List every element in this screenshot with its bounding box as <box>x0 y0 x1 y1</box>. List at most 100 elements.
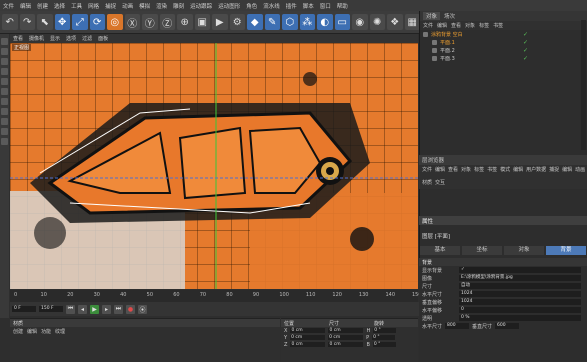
menu-item[interactable]: 工具 <box>68 2 85 10</box>
object-row[interactable]: 平面.3 ✓ <box>420 54 587 62</box>
goto-end-icon[interactable]: ⏭ <box>114 304 123 314</box>
end-frame-field[interactable]: 150 F <box>39 306 63 312</box>
grid-icon[interactable] <box>1 138 8 145</box>
goto-start-icon[interactable]: ⏮ <box>66 304 75 314</box>
viewport-menu-item[interactable]: 过滤 <box>79 35 95 42</box>
select-icon[interactable]: ⬉ <box>37 14 53 30</box>
polygons-mode-icon[interactable] <box>1 88 8 95</box>
size-field[interactable]: 0 cm <box>328 328 364 333</box>
attribute-menu-item[interactable]: 文件 <box>422 166 432 176</box>
position-field[interactable]: 0 cm <box>290 342 326 347</box>
object-mode-icon[interactable]: ◎ <box>107 14 123 30</box>
attribute-value[interactable]: 1024 <box>459 299 581 305</box>
attribute-menu-item[interactable]: 材质 <box>422 179 432 189</box>
visible-check-icon[interactable]: ✓ <box>523 55 528 62</box>
size-field[interactable]: 0 cm <box>328 342 364 347</box>
viewport-menu-item[interactable]: 选项 <box>63 35 79 42</box>
object-row[interactable]: 平面.2 ✓ <box>420 46 587 54</box>
size-field[interactable]: 0 cm <box>328 335 364 340</box>
light-icon[interactable]: ✺ <box>369 14 385 30</box>
visible-check-icon[interactable]: ✓ <box>523 47 528 54</box>
texture-mode-icon[interactable] <box>1 48 8 55</box>
y-axis-icon[interactable]: Ⓨ <box>142 14 158 30</box>
material-menu-item[interactable]: 创建 <box>13 328 23 335</box>
attribute-menu-item[interactable]: 编辑 <box>562 166 572 176</box>
uv-mode-icon[interactable] <box>1 98 8 105</box>
prev-key-icon[interactable]: ◂ <box>78 304 87 314</box>
points-mode-icon[interactable] <box>1 68 8 75</box>
size-y-field[interactable]: 600 <box>495 323 520 329</box>
attribute-menu-item[interactable]: 交互 <box>435 179 445 189</box>
menu-item[interactable]: 流水线 <box>260 2 283 10</box>
lock-workplane-icon[interactable] <box>1 128 8 135</box>
object-menu-item[interactable]: 对象 <box>465 22 475 29</box>
attribute-tab[interactable]: 基本 <box>420 246 460 255</box>
menu-item[interactable]: 雕刻 <box>170 2 187 10</box>
deformer-icon[interactable]: ◐ <box>317 14 333 30</box>
attribute-menu-item[interactable]: 编辑 <box>513 166 523 176</box>
record-icon[interactable]: ● <box>126 304 135 314</box>
viewport-menu-item[interactable]: 查看 <box>10 35 26 42</box>
autokey-icon[interactable]: ⦿ <box>138 304 147 314</box>
menu-item[interactable]: 渲染 <box>153 2 170 10</box>
next-key-icon[interactable]: ▸ <box>102 304 111 314</box>
object-row[interactable]: 涂鸦背景 空白 ✓ <box>420 30 587 38</box>
attribute-menu-item[interactable]: 模式 <box>500 166 510 176</box>
rotate-icon[interactable]: ⟳ <box>89 14 105 30</box>
array-icon[interactable]: ⁂ <box>299 14 315 30</box>
material-menu-item[interactable]: 编辑 <box>27 328 37 335</box>
menu-item[interactable]: 角色 <box>243 2 260 10</box>
layout-icon[interactable]: ▦ <box>404 14 420 30</box>
attribute-value[interactable]: ✓ <box>459 267 581 273</box>
rotation-field[interactable]: 0 ° <box>372 342 396 347</box>
move-icon[interactable]: ✥ <box>54 14 70 30</box>
scale-icon[interactable]: ⤢ <box>72 14 88 30</box>
menu-item[interactable]: 网格 <box>85 2 102 10</box>
redo-icon[interactable]: ↷ <box>19 14 35 30</box>
attribute-tab[interactable]: 对象 <box>504 246 544 255</box>
position-field[interactable]: 0 cm <box>290 328 326 333</box>
attribute-menu-item[interactable]: 标签 <box>474 166 484 176</box>
x-axis-icon[interactable]: Ⓧ <box>124 14 140 30</box>
visible-check-icon[interactable]: ✓ <box>523 31 528 38</box>
menu-item[interactable]: 捕捉 <box>102 2 119 10</box>
subdivision-icon[interactable]: ⬡ <box>282 14 298 30</box>
object-menu-item[interactable]: 编辑 <box>437 22 447 29</box>
attribute-value[interactable]: E:\涂鸦模型\涂鸦背景.jpg <box>459 275 581 281</box>
render-picture-icon[interactable]: ▶ <box>212 14 228 30</box>
floor-icon[interactable]: ▭ <box>334 14 350 30</box>
attribute-menu-item[interactable]: 查看 <box>448 166 458 176</box>
attribute-menu-item[interactable]: 用户数据 <box>526 166 546 176</box>
z-axis-icon[interactable]: Ⓩ <box>159 14 175 30</box>
object-menu-item[interactable]: 书签 <box>493 22 503 29</box>
size-x-field[interactable]: 800 <box>445 323 470 329</box>
visible-check-icon[interactable]: ✓ <box>523 39 528 46</box>
material-menu-item[interactable]: 纹理 <box>55 328 65 335</box>
render-settings-icon[interactable]: ⚙ <box>229 14 245 30</box>
edges-mode-icon[interactable] <box>1 78 8 85</box>
attribute-value[interactable]: 自动 <box>459 283 581 289</box>
attribute-menu-item[interactable]: 编辑 <box>435 166 445 176</box>
object-menu-item[interactable]: 标签 <box>479 22 489 29</box>
attribute-menu-item[interactable]: 捕捉 <box>549 166 559 176</box>
viewport[interactable]: 正视图 <box>10 43 418 289</box>
tab-objects[interactable]: 对象 <box>423 12 441 20</box>
make-editable-icon[interactable] <box>1 38 8 45</box>
tab-takes[interactable]: 场次 <box>444 12 455 20</box>
current-frame-field[interactable]: 0 F <box>12 306 36 312</box>
menu-item[interactable]: 窗口 <box>317 2 334 10</box>
attribute-menu-item[interactable]: 书签 <box>487 166 497 176</box>
attribute-menu-item[interactable]: 对象 <box>461 166 471 176</box>
menu-item[interactable]: 选择 <box>51 2 68 10</box>
menu-item[interactable]: 编辑 <box>17 2 34 10</box>
viewport-menu-item[interactable]: 显示 <box>47 35 63 42</box>
object-menu-item[interactable]: 文件 <box>423 22 433 29</box>
menu-item[interactable]: 帮助 <box>334 2 351 10</box>
menu-item[interactable]: 运动图形 <box>215 2 243 10</box>
menu-item[interactable]: 脚本 <box>300 2 317 10</box>
menu-item[interactable]: 动画 <box>119 2 136 10</box>
snap-icon[interactable] <box>1 118 8 125</box>
attribute-value[interactable]: 0 % <box>459 315 581 321</box>
attribute-value[interactable]: 1024 <box>459 291 581 297</box>
attribute-menu-item[interactable]: 动画 <box>575 166 585 176</box>
